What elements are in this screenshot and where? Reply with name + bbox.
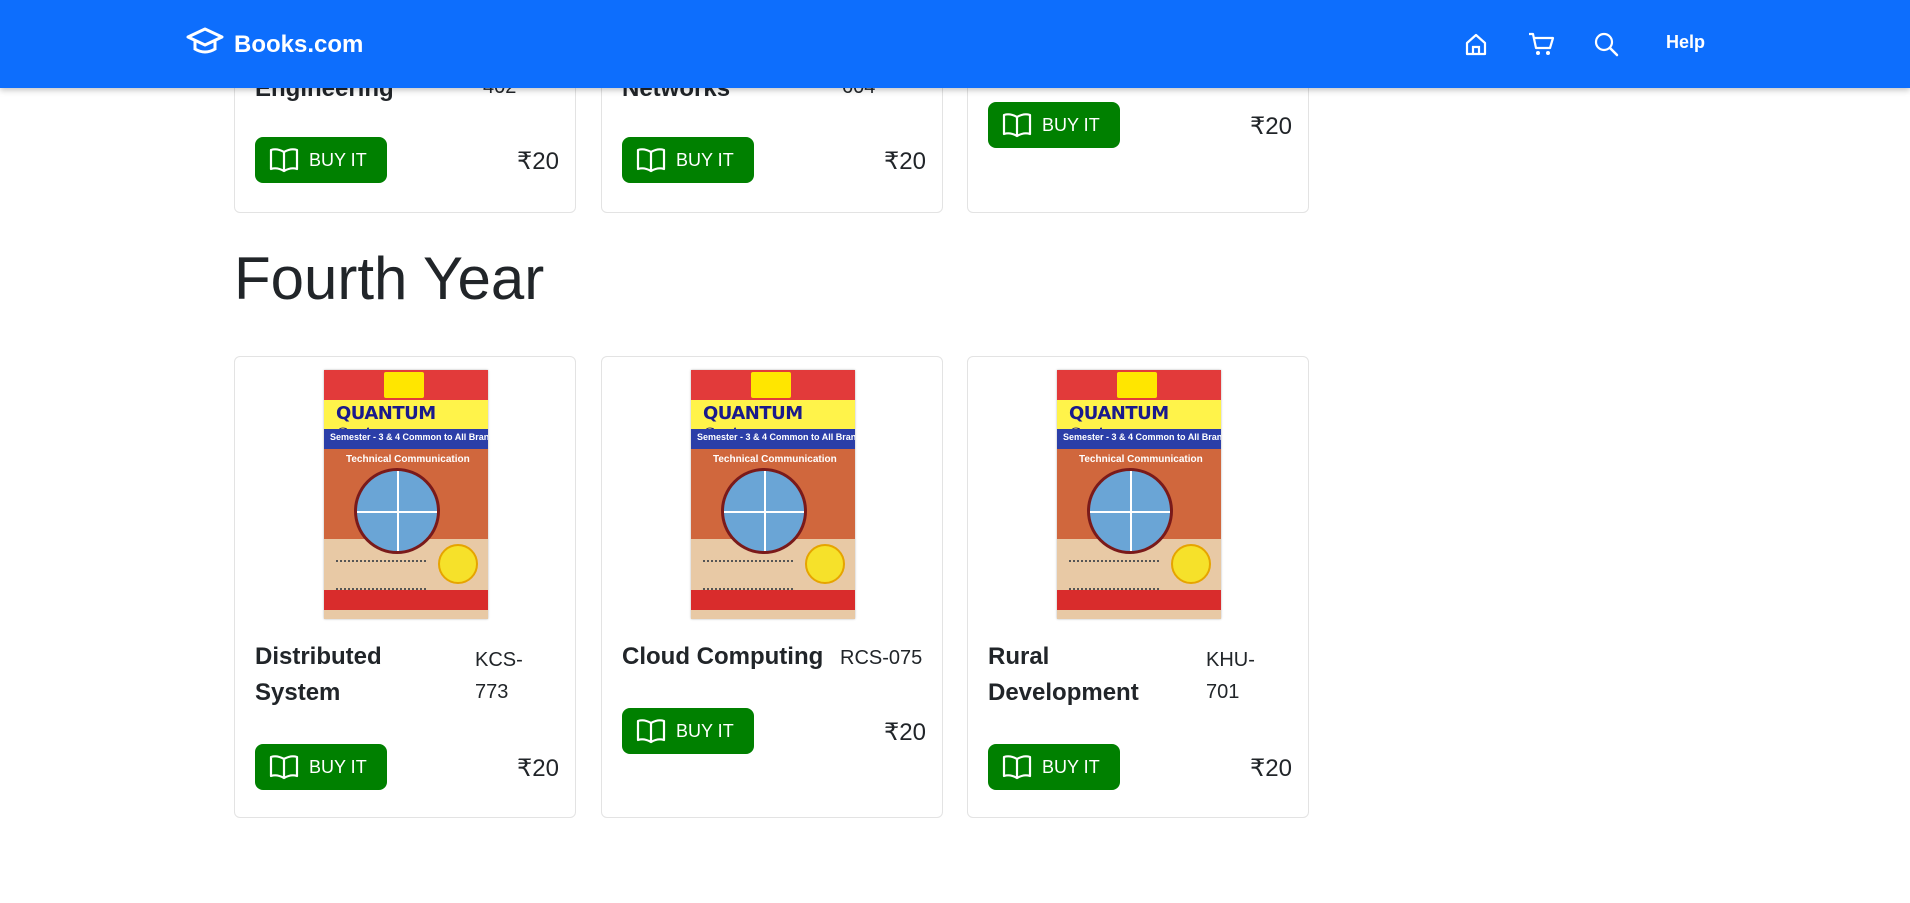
section-title: Fourth Year: [234, 245, 545, 312]
book-code: KHU- 701: [1206, 649, 1255, 703]
graduation-cap-icon: [186, 26, 234, 63]
buy-button[interactable]: BUY IT: [988, 744, 1120, 790]
book-card: QUANTUM Series Semester - 3 & 4 Common t…: [601, 356, 943, 818]
brand-link[interactable]: Books.com: [186, 26, 363, 63]
price: ₹20: [884, 148, 926, 175]
buy-label: BUY IT: [1042, 756, 1100, 777]
book-cover-image[interactable]: QUANTUM Series Semester - 3 & 4 Common t…: [1057, 370, 1221, 619]
book-title: Cloud Computing: [622, 643, 824, 670]
book-card: QUANTUM Series Semester - 3 & 4 Common t…: [967, 356, 1309, 818]
buy-label: BUY IT: [1042, 114, 1100, 135]
buy-label: BUY IT: [309, 756, 367, 777]
book-cover-image[interactable]: QUANTUM Series Semester - 3 & 4 Common t…: [691, 370, 855, 619]
book-card: QUANTUM Series Semester - 3 & 4 Common t…: [234, 356, 576, 818]
buy-button[interactable]: BUY IT: [255, 744, 387, 790]
open-book-icon: [269, 755, 299, 780]
open-book-icon: [1002, 113, 1032, 138]
search-icon[interactable]: [1592, 30, 1620, 58]
book-cover-image[interactable]: QUANTUM Series Semester - 3 & 4 Common t…: [324, 370, 488, 619]
open-book-icon: [269, 148, 299, 173]
book-title: Distributed System: [255, 643, 382, 706]
price: ₹20: [1250, 755, 1292, 782]
home-icon[interactable]: [1462, 30, 1490, 58]
price: ₹20: [517, 755, 559, 782]
price: ₹20: [1250, 113, 1292, 140]
book-code: RCS-075: [840, 647, 923, 669]
buy-button[interactable]: BUY IT: [622, 708, 754, 754]
help-link[interactable]: Help: [1666, 32, 1705, 53]
book-title: Rural Development: [988, 643, 1139, 706]
book-code: KCS- 773: [475, 649, 523, 703]
buy-button[interactable]: BUY IT: [255, 137, 387, 183]
brand-name: Books.com: [234, 30, 364, 58]
open-book-icon: [636, 719, 666, 744]
buy-label: BUY IT: [309, 149, 367, 170]
price: ₹20: [884, 719, 926, 746]
price: ₹20: [517, 148, 559, 175]
buy-label: BUY IT: [676, 720, 734, 741]
open-book-icon: [636, 148, 666, 173]
navbar: Books.com Help: [0, 0, 1910, 88]
open-book-icon: [1002, 755, 1032, 780]
buy-button[interactable]: BUY IT: [988, 102, 1120, 148]
cart-icon[interactable]: [1527, 30, 1555, 58]
buy-label: BUY IT: [676, 149, 734, 170]
buy-button[interactable]: BUY IT: [622, 137, 754, 183]
